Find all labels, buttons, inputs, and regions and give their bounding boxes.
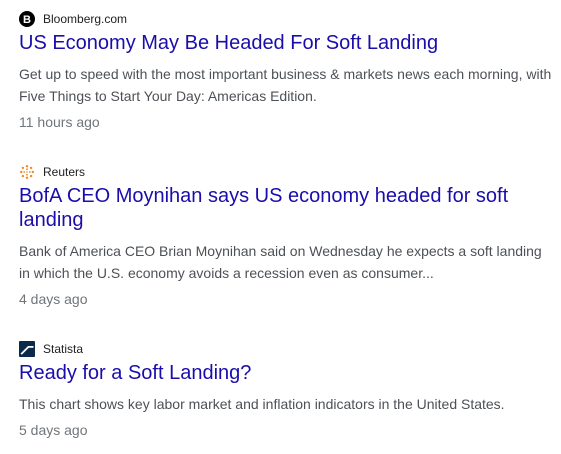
result-source[interactable]: B Bloomberg.com xyxy=(19,11,554,27)
news-result: B Bloomberg.com US Economy May Be Headed… xyxy=(19,11,554,132)
svg-text:B: B xyxy=(23,14,31,26)
statista-logo-icon xyxy=(19,341,35,357)
result-headline-link[interactable]: Ready for a Soft Landing? xyxy=(19,361,554,385)
news-result: Reuters BofA CEO Moynihan says US econom… xyxy=(19,164,554,309)
result-headline-link[interactable]: US Economy May Be Headed For Soft Landin… xyxy=(19,31,554,55)
source-name: Bloomberg.com xyxy=(43,12,128,26)
result-snippet: This chart shows key labor market and in… xyxy=(19,396,505,412)
result-source[interactable]: Reuters xyxy=(19,164,554,180)
result-snippet: Bank of America CEO Brian Moynihan said … xyxy=(19,243,542,281)
news-result: Statista Ready for a Soft Landing? This … xyxy=(19,341,554,440)
source-name: Statista xyxy=(43,342,84,356)
result-timestamp: 11 hours ago xyxy=(19,114,100,130)
source-name: Reuters xyxy=(43,165,86,179)
result-snippet: Get up to speed with the most important … xyxy=(19,66,552,104)
reuters-logo-icon xyxy=(19,164,35,180)
news-results-list: B Bloomberg.com US Economy May Be Headed… xyxy=(0,0,561,454)
result-source[interactable]: Statista xyxy=(19,341,554,357)
result-headline-link[interactable]: BofA CEO Moynihan says US economy headed… xyxy=(19,184,554,232)
result-timestamp: 4 days ago xyxy=(19,291,88,307)
bloomberg-logo-icon: B xyxy=(19,11,35,27)
result-timestamp: 5 days ago xyxy=(19,422,88,438)
